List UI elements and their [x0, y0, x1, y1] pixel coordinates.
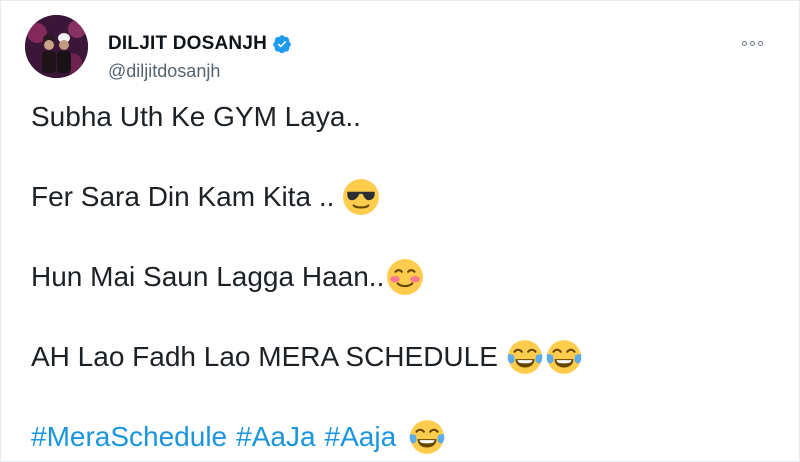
- tweet-line-1: Subha Uth Ke GYM Laya..: [31, 97, 775, 137]
- tweet-line-3: Hun Mai Saun Lagga Haan..: [31, 257, 775, 297]
- sunglasses-face-emoji: [342, 178, 380, 216]
- tweet-line-2-text: Fer Sara Din Kam Kita ..: [31, 181, 335, 212]
- tweet-card: DILJIT DOSANJH @diljitdosanjh Subha Uth …: [0, 0, 800, 462]
- hashtag-link[interactable]: #MeraSchedule: [31, 417, 227, 457]
- tears-of-joy-emoji: [545, 338, 583, 376]
- smiling-blush-face-emoji: [386, 258, 424, 296]
- verified-badge-icon: [272, 34, 292, 54]
- user-handle[interactable]: @diljitdosanjh: [108, 61, 220, 82]
- tears-of-joy-emoji: [408, 418, 446, 456]
- hashtag-link[interactable]: #Aaja: [325, 417, 397, 457]
- more-options-icon[interactable]: [738, 37, 767, 50]
- tweet-line-4: AH Lao Fadh Lao MERA SCHEDULE: [31, 337, 775, 377]
- display-name[interactable]: DILJIT DOSANJH: [108, 33, 267, 55]
- tears-of-joy-emoji: [506, 338, 544, 376]
- tweet-line-2: Fer Sara Din Kam Kita ..: [31, 177, 775, 217]
- name-row: DILJIT DOSANJH: [108, 33, 292, 55]
- tweet-line-1-text: Subha Uth Ke GYM Laya..: [31, 101, 361, 132]
- tweet-line-5: #MeraSchedule #AaJa #Aaja: [31, 417, 775, 457]
- hashtag-link[interactable]: #AaJa: [236, 417, 315, 457]
- tweet-line-4-text: AH Lao Fadh Lao MERA SCHEDULE: [31, 341, 498, 372]
- tweet-header: DILJIT DOSANJH @diljitdosanjh: [25, 15, 779, 82]
- tweet-text: Subha Uth Ke GYM Laya.. Fer Sara Din Kam…: [31, 97, 775, 457]
- avatar[interactable]: [25, 15, 88, 78]
- tweet-line-3-text: Hun Mai Saun Lagga Haan..: [31, 261, 385, 292]
